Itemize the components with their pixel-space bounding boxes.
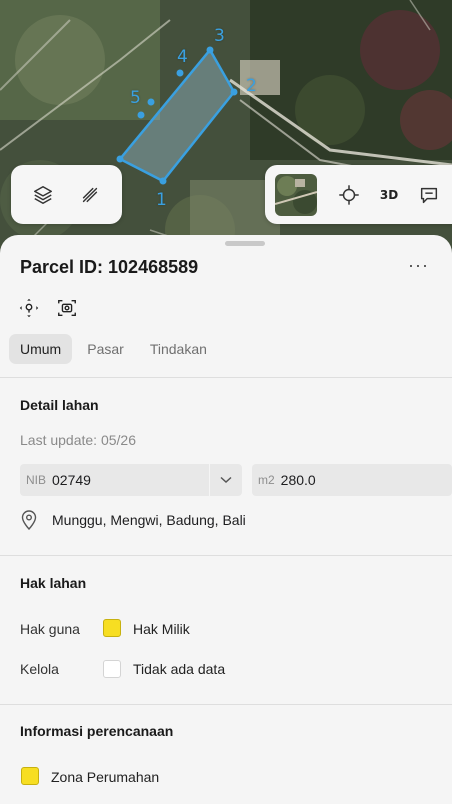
divider	[0, 704, 452, 705]
area-value: 280.0	[280, 472, 316, 488]
section-detail-lahan-heading: Detail lahan	[20, 397, 99, 413]
hak-guna-value: Hak Milik	[133, 621, 190, 637]
screenshot-button[interactable]	[55, 296, 79, 320]
comment-icon	[420, 187, 438, 203]
location-pin-icon	[21, 510, 37, 530]
satellite-map[interactable]: 1 2 3 4 5 3D	[0, 0, 452, 260]
nib-prefix: NIB	[26, 473, 47, 487]
crosshair-icon	[339, 184, 359, 205]
sheet-drag-handle[interactable]	[225, 241, 265, 246]
location-row: Munggu, Mengwi, Badung, Bali	[20, 510, 246, 530]
area-prefix: m2	[258, 473, 275, 487]
camera-icon	[58, 299, 76, 317]
tab-tindakan[interactable]: Tindakan	[139, 334, 218, 364]
divider	[0, 555, 452, 556]
kelola-swatch	[103, 660, 121, 678]
basemap-thumbnail-button[interactable]	[275, 173, 317, 216]
measure-button[interactable]	[70, 175, 110, 215]
parcel-detail-sheet: Parcel ID: 102468589 ··· Umum Pasar Tind…	[0, 235, 452, 804]
tab-umum[interactable]: Umum	[9, 334, 73, 364]
layers-button[interactable]	[23, 175, 63, 215]
location-text: Munggu, Mengwi, Badung, Bali	[52, 512, 246, 528]
map-tools-right: 3D	[265, 165, 452, 224]
vertex-label-2: 2	[246, 76, 257, 96]
section-perencanaan-heading: Informasi perencanaan	[20, 723, 174, 739]
chevron-down-icon[interactable]	[209, 464, 242, 496]
satellite-thumbnail-icon	[275, 173, 317, 216]
focus-icon	[19, 298, 39, 318]
section-hak-lahan-heading: Hak lahan	[20, 575, 87, 591]
nib-select[interactable]: NIB 02749	[20, 464, 242, 496]
nib-value: 02749	[52, 472, 91, 488]
vertex-label-1: 1	[156, 190, 167, 210]
tab-pasar[interactable]: Pasar	[76, 334, 135, 364]
zone-text: Zona Perumahan	[51, 769, 160, 785]
vertex-label-3: 3	[214, 26, 225, 46]
vertex-label-5: 5	[130, 88, 141, 108]
kelola-label: Kelola	[20, 661, 59, 677]
comment-button[interactable]	[409, 175, 449, 215]
vertex-label-4: 4	[177, 47, 188, 67]
hak-guna-label: Hak guna	[20, 621, 80, 637]
hak-guna-swatch	[103, 619, 121, 637]
parcel-actions	[17, 296, 79, 320]
detail-tabs: Umum Pasar Tindakan	[9, 334, 218, 364]
locate-button[interactable]	[329, 175, 369, 215]
more-options-button[interactable]: ···	[408, 255, 429, 276]
layers-icon	[33, 185, 52, 204]
area-field[interactable]: m2 280.0	[252, 464, 452, 496]
divider	[0, 377, 452, 378]
kelola-value: Tidak ada data	[133, 661, 226, 677]
map-tools-left	[11, 165, 122, 224]
zone-swatch	[21, 767, 39, 785]
3d-toggle-button[interactable]: 3D	[369, 175, 409, 215]
last-update-text: Last update: 05/26	[20, 432, 136, 448]
focus-parcel-button[interactable]	[17, 296, 41, 320]
parcel-title: Parcel ID: 102468589	[20, 257, 199, 277]
measure-icon	[83, 187, 98, 202]
